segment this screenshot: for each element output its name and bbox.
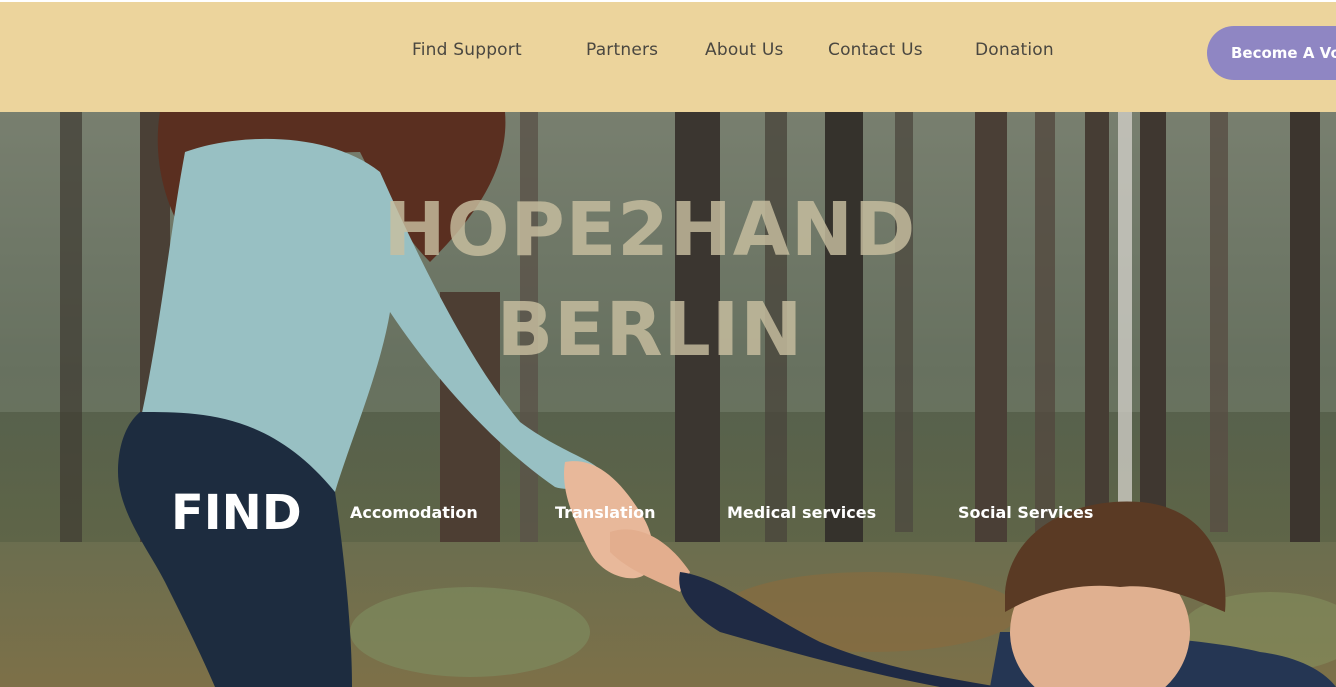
hero-title-line1: HOPE2HAND [383, 187, 917, 273]
hero-title: HOPE2HAND BERLIN [320, 180, 980, 380]
nav-donation[interactable]: Donation [975, 40, 1054, 60]
service-link-medical[interactable]: Medical services [727, 503, 876, 522]
nav-find-support[interactable]: Find Support [412, 40, 522, 60]
service-link-translation[interactable]: Translation [555, 503, 656, 522]
nav-about-us[interactable]: About Us [705, 40, 784, 60]
service-link-accomodation[interactable]: Accomodation [350, 503, 478, 522]
hero-title-line2: BERLIN [496, 287, 804, 373]
nav-partners[interactable]: Partners [586, 40, 658, 60]
site-header: Find Support Partners About Us Contact U… [0, 2, 1336, 112]
service-link-social[interactable]: Social Services [958, 503, 1093, 522]
nav-contact-us[interactable]: Contact Us [828, 40, 923, 60]
find-heading: FIND [171, 485, 302, 541]
become-volunteer-button[interactable]: Become A Volunteer [1207, 26, 1336, 80]
hero-section: HOPE2HAND BERLIN FIND Accomodation Trans… [0, 112, 1336, 687]
